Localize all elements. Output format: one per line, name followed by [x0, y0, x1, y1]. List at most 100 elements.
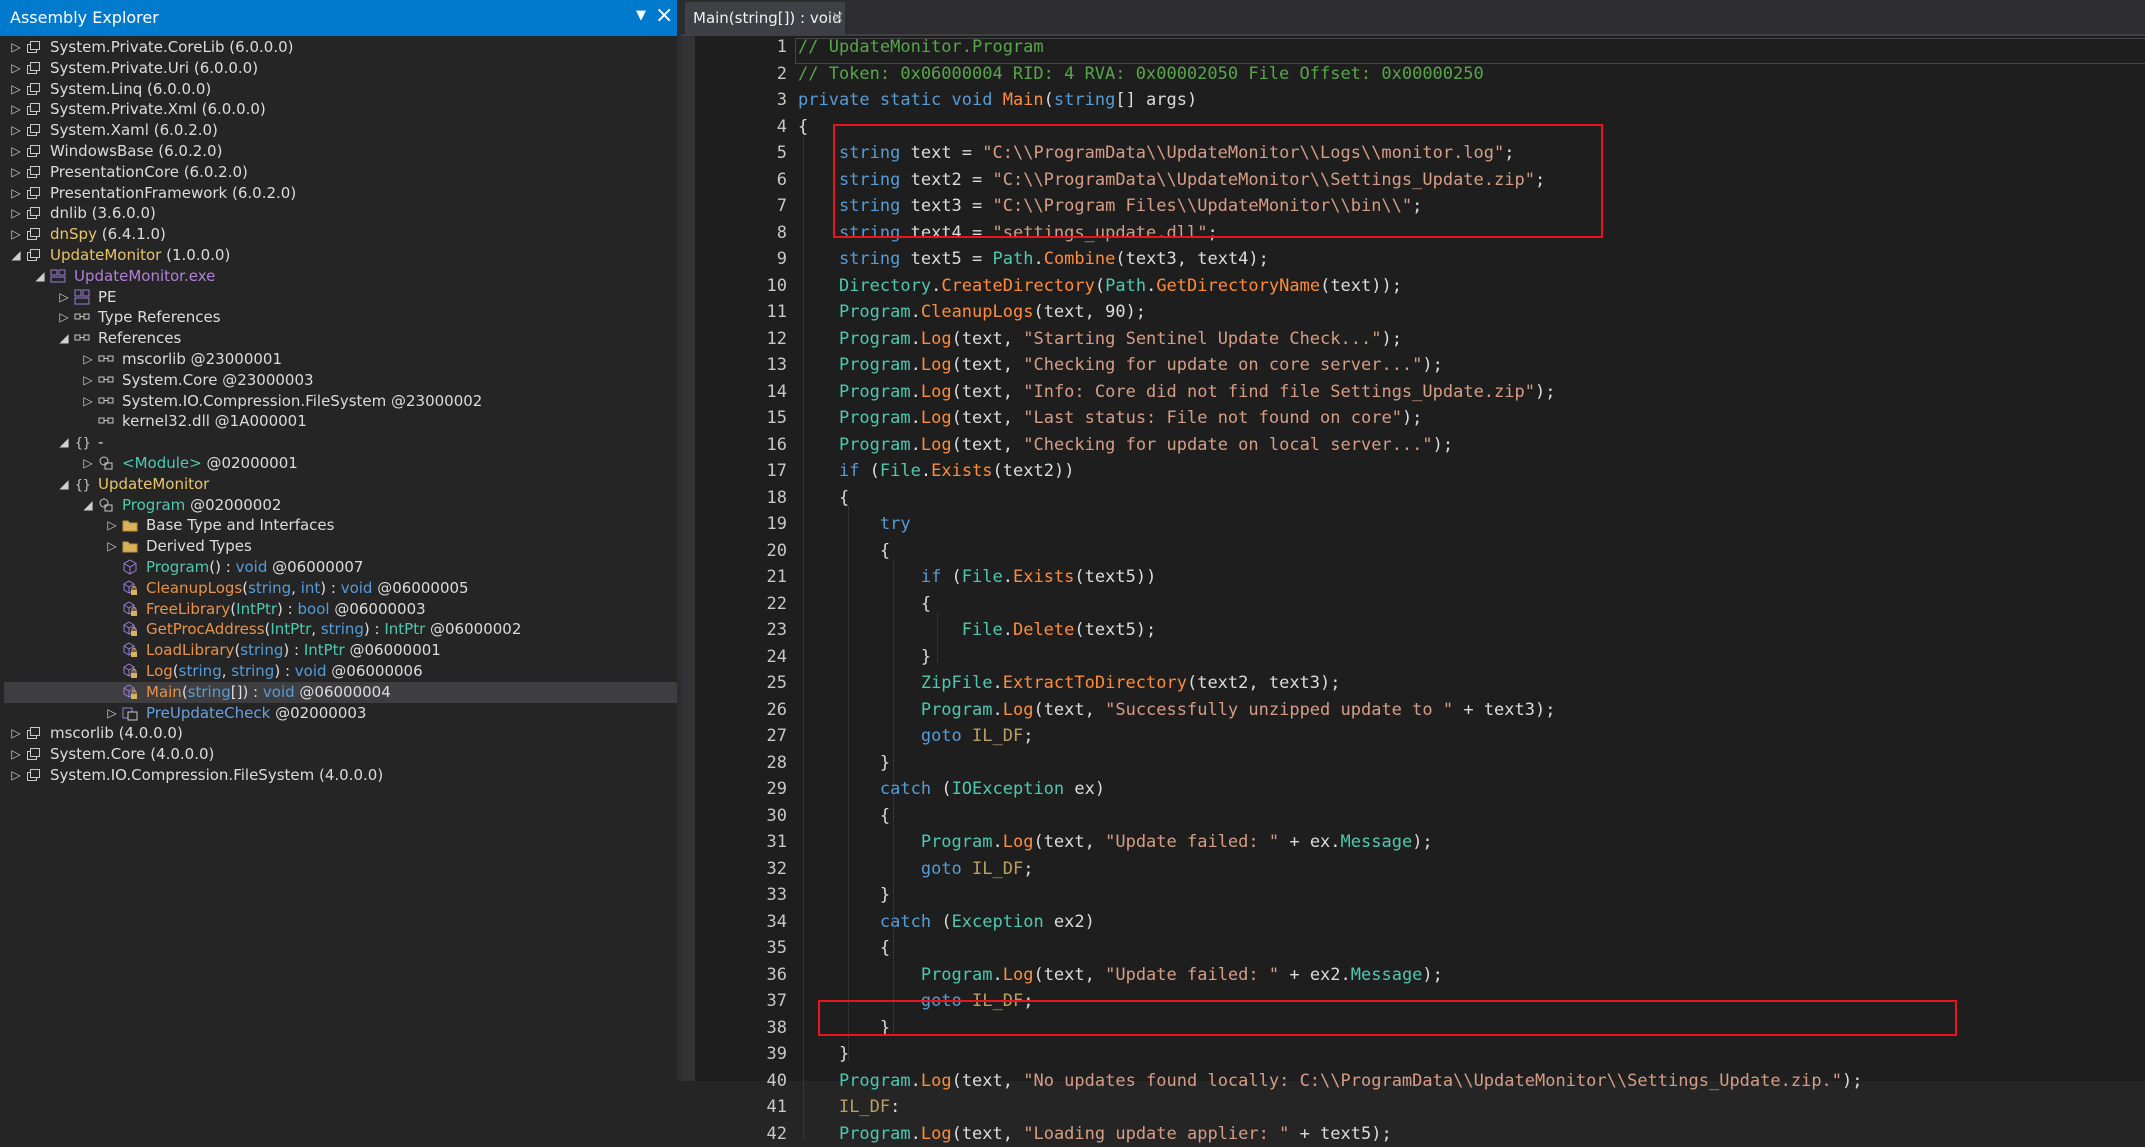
expand-arrow-icon[interactable]: ▷: [10, 744, 22, 765]
expand-arrow-icon[interactable]: ▷: [10, 224, 22, 245]
expand-arrow-icon[interactable]: ▷: [58, 307, 70, 328]
expand-arrow-icon[interactable]: ▷: [82, 391, 94, 412]
collapse-arrow-icon[interactable]: ◢: [58, 328, 70, 349]
tree-node[interactable]: ▷ System.IO.Compression.FileSystem (4.0.0…: [4, 765, 677, 786]
collapse-arrow-icon[interactable]: ◢: [58, 474, 70, 495]
expand-arrow-icon[interactable]: ▷: [10, 58, 22, 79]
tree-node[interactable]: Main(string[]) : void @06000004: [4, 681, 677, 703]
tree-node[interactable]: ▷ dnSpy (6.4.1.0): [4, 224, 677, 245]
tree-node[interactable]: ▷ System.Core (4.0.0.0): [4, 744, 677, 765]
tree-node[interactable]: ▷ PresentationCore (6.0.2.0): [4, 162, 677, 183]
tree-node[interactable]: ▷ System.Linq (6.0.0.0): [4, 79, 677, 100]
tree-node[interactable]: ▷ PE: [4, 287, 677, 308]
close-icon[interactable]: ×: [831, 7, 844, 26]
expand-arrow-icon[interactable]: ▷: [10, 723, 22, 744]
code-line[interactable]: {: [798, 803, 890, 829]
tree-node[interactable]: ▷ System.Core @23000003: [4, 370, 677, 391]
code-line[interactable]: goto IL_DF;: [798, 723, 1034, 749]
code-line[interactable]: IL_DF:: [798, 1094, 900, 1120]
tree-node[interactable]: CleanupLogs(string, int) : void @0600000…: [4, 578, 677, 599]
collapse-arrow-icon[interactable]: ◢: [34, 266, 46, 287]
tree-node[interactable]: Program() : void @06000007: [4, 557, 677, 578]
tree-node[interactable]: GetProcAddress(IntPtr, string) : IntPtr …: [4, 619, 677, 640]
expand-arrow-icon[interactable]: ▷: [10, 37, 22, 58]
tree-node[interactable]: LoadLibrary(string) : IntPtr @06000001: [4, 640, 677, 661]
code-line[interactable]: {: [798, 485, 849, 511]
tree-node[interactable]: Log(string, string) : void @06000006: [4, 661, 677, 682]
expand-arrow-icon[interactable]: ▷: [10, 141, 22, 162]
code-line[interactable]: {: [798, 538, 890, 564]
expand-arrow-icon[interactable]: ▷: [10, 99, 22, 120]
code-line[interactable]: string text5 = Path.Combine(text3, text4…: [798, 246, 1269, 272]
code-line[interactable]: File.Delete(text5);: [798, 617, 1157, 643]
close-icon[interactable]: ×: [655, 4, 673, 28]
tree-node[interactable]: ▷ System.Private.CoreLib (6.0.0.0): [4, 37, 677, 58]
tree-node[interactable]: ◢ {} -: [4, 432, 677, 453]
code-line[interactable]: try: [798, 511, 911, 537]
code-line[interactable]: Program.Log(text, "Starting Sentinel Upd…: [798, 326, 1402, 352]
expand-arrow-icon[interactable]: ▷: [82, 370, 94, 391]
tree-node[interactable]: ▷ <Module> @02000001: [4, 453, 677, 474]
code-line[interactable]: Program.CleanupLogs(text, 90);: [798, 299, 1146, 325]
code-line[interactable]: catch (IOException ex): [798, 776, 1105, 802]
tree-node[interactable]: ▷ mscorlib (4.0.0.0): [4, 723, 677, 744]
code-line[interactable]: ZipFile.ExtractToDirectory(text2, text3)…: [798, 670, 1341, 696]
code-line[interactable]: if (File.Exists(text5)): [798, 564, 1156, 590]
expand-arrow-icon[interactable]: ▷: [58, 287, 70, 308]
code-line[interactable]: Program.Log(text, "Checking for update o…: [798, 352, 1443, 378]
collapse-arrow-icon[interactable]: ◢: [58, 432, 70, 453]
code-line[interactable]: Directory.CreateDirectory(Path.GetDirect…: [798, 273, 1402, 299]
collapse-arrow-icon[interactable]: ◢: [10, 245, 22, 266]
code-line[interactable]: {: [798, 935, 890, 961]
tree-node[interactable]: ◢ UpdateMonitor (1.0.0.0): [4, 245, 677, 266]
code-line[interactable]: // Token: 0x06000004 RID: 4 RVA: 0x00002…: [798, 61, 1484, 87]
expand-arrow-icon[interactable]: ▷: [10, 79, 22, 100]
tree-node[interactable]: ◢ Program @02000002: [4, 495, 677, 516]
tree-node[interactable]: ▷ dnlib (3.6.0.0): [4, 203, 677, 224]
tree-node[interactable]: ▷ PreUpdateCheck @02000003: [4, 703, 677, 724]
code-line[interactable]: goto IL_DF;: [798, 856, 1034, 882]
tab-main-method[interactable]: Main(string[]) : void ×: [685, 2, 845, 34]
code-line[interactable]: Program.Log(text, "Successfully unzipped…: [798, 697, 1556, 723]
tree-node[interactable]: ▷ PresentationFramework (6.0.2.0): [4, 183, 677, 204]
tree-node[interactable]: ▷ Base Type and Interfaces: [4, 515, 677, 536]
code-line[interactable]: }: [798, 1041, 849, 1067]
expand-arrow-icon[interactable]: ▷: [106, 515, 118, 536]
tree-node[interactable]: ▷ Derived Types: [4, 536, 677, 557]
code-line[interactable]: {: [798, 591, 931, 617]
collapse-arrow-icon[interactable]: ◢: [82, 495, 94, 516]
tree-node[interactable]: ◢ {} UpdateMonitor: [4, 474, 677, 495]
code-line[interactable]: if (File.Exists(text2)): [798, 458, 1074, 484]
expand-arrow-icon[interactable]: ▷: [82, 453, 94, 474]
code-line[interactable]: Program.Log(text, "Checking for update o…: [798, 432, 1453, 458]
expand-arrow-icon[interactable]: ▷: [106, 536, 118, 557]
code-line[interactable]: Program.Log(text, "Update failed: " + ex…: [798, 962, 1443, 988]
tree-node[interactable]: ◢ UpdateMonitor.exe: [4, 266, 677, 287]
tree-node[interactable]: FreeLibrary(IntPtr) : bool @06000003: [4, 599, 677, 620]
expand-arrow-icon[interactable]: ▷: [10, 120, 22, 141]
expand-arrow-icon[interactable]: ▷: [82, 349, 94, 370]
code-line[interactable]: }: [798, 644, 931, 670]
expand-arrow-icon[interactable]: ▷: [10, 183, 22, 204]
code-line[interactable]: // UpdateMonitor.Program: [798, 34, 1044, 60]
code-line[interactable]: }: [798, 750, 890, 776]
code-line[interactable]: Program.Log(text, "Loading update applie…: [798, 1121, 1392, 1147]
code-line[interactable]: private static void Main(string[] args): [798, 87, 1197, 113]
code-line[interactable]: Program.Log(text, "Last status: File not…: [798, 405, 1422, 431]
tree-node[interactable]: ▷ System.Private.Uri (6.0.0.0): [4, 58, 677, 79]
expand-arrow-icon[interactable]: ▷: [106, 703, 118, 724]
tree-node[interactable]: ▷ System.IO.Compression.FileSystem @23000…: [4, 391, 677, 412]
tree-node[interactable]: ▷ mscorlib @23000001: [4, 349, 677, 370]
tree-node[interactable]: ▷ System.Private.Xml (6.0.0.0): [4, 99, 677, 120]
expand-arrow-icon[interactable]: ▷: [10, 203, 22, 224]
chevron-down-icon[interactable]: ▼: [636, 8, 646, 23]
tree-node[interactable]: kernel32.dll @1A000001: [4, 411, 677, 432]
code-line[interactable]: catch (Exception ex2): [798, 909, 1095, 935]
tree-node[interactable]: ▷ Type References: [4, 307, 677, 328]
expand-arrow-icon[interactable]: ▷: [10, 765, 22, 786]
code-line[interactable]: }: [798, 882, 890, 908]
expand-arrow-icon[interactable]: ▷: [10, 162, 22, 183]
code-line[interactable]: Program.Log(text, "Info: Core did not fi…: [798, 379, 1556, 405]
tree-node[interactable]: ▷ WindowsBase (6.0.2.0): [4, 141, 677, 162]
tree-node[interactable]: ▷ System.Xaml (6.0.2.0): [4, 120, 677, 141]
